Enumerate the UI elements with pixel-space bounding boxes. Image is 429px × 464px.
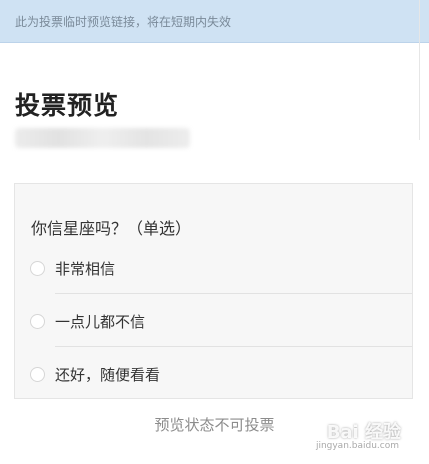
option-divider	[55, 346, 412, 347]
poll-option[interactable]: 还好，随便看看	[15, 348, 412, 400]
poll-option-label: 一点儿都不信	[55, 312, 146, 331]
notice-text: 此为投票临时预览链接，将在短期内失效	[15, 14, 232, 29]
page-title: 投票预览	[15, 91, 120, 120]
poll-option[interactable]: 非常相信	[15, 242, 412, 294]
radio-button-icon[interactable]	[30, 313, 45, 329]
blurred-subtitle	[15, 128, 190, 148]
watermark-url: jingyan.baidu.com	[315, 441, 399, 451]
poll-question: 你信星座吗？（单选）	[31, 219, 192, 238]
scrollbar-track[interactable]	[419, 0, 420, 140]
poll-option[interactable]: 一点儿都不信	[15, 295, 412, 347]
page: 此为投票临时预览链接，将在短期内失效 投票预览 你信星座吗？（单选） 非常相信 …	[0, 0, 429, 464]
radio-button-icon[interactable]	[30, 366, 45, 382]
notice-banner: 此为投票临时预览链接，将在短期内失效	[0, 0, 429, 43]
poll-card: 你信星座吗？（单选） 非常相信 一点儿都不信 还好，随便看看	[14, 183, 413, 399]
option-divider	[55, 293, 412, 294]
radio-button-icon[interactable]	[30, 260, 45, 276]
poll-option-label: 还好，随便看看	[55, 365, 161, 384]
poll-option-label: 非常相信	[55, 259, 116, 278]
